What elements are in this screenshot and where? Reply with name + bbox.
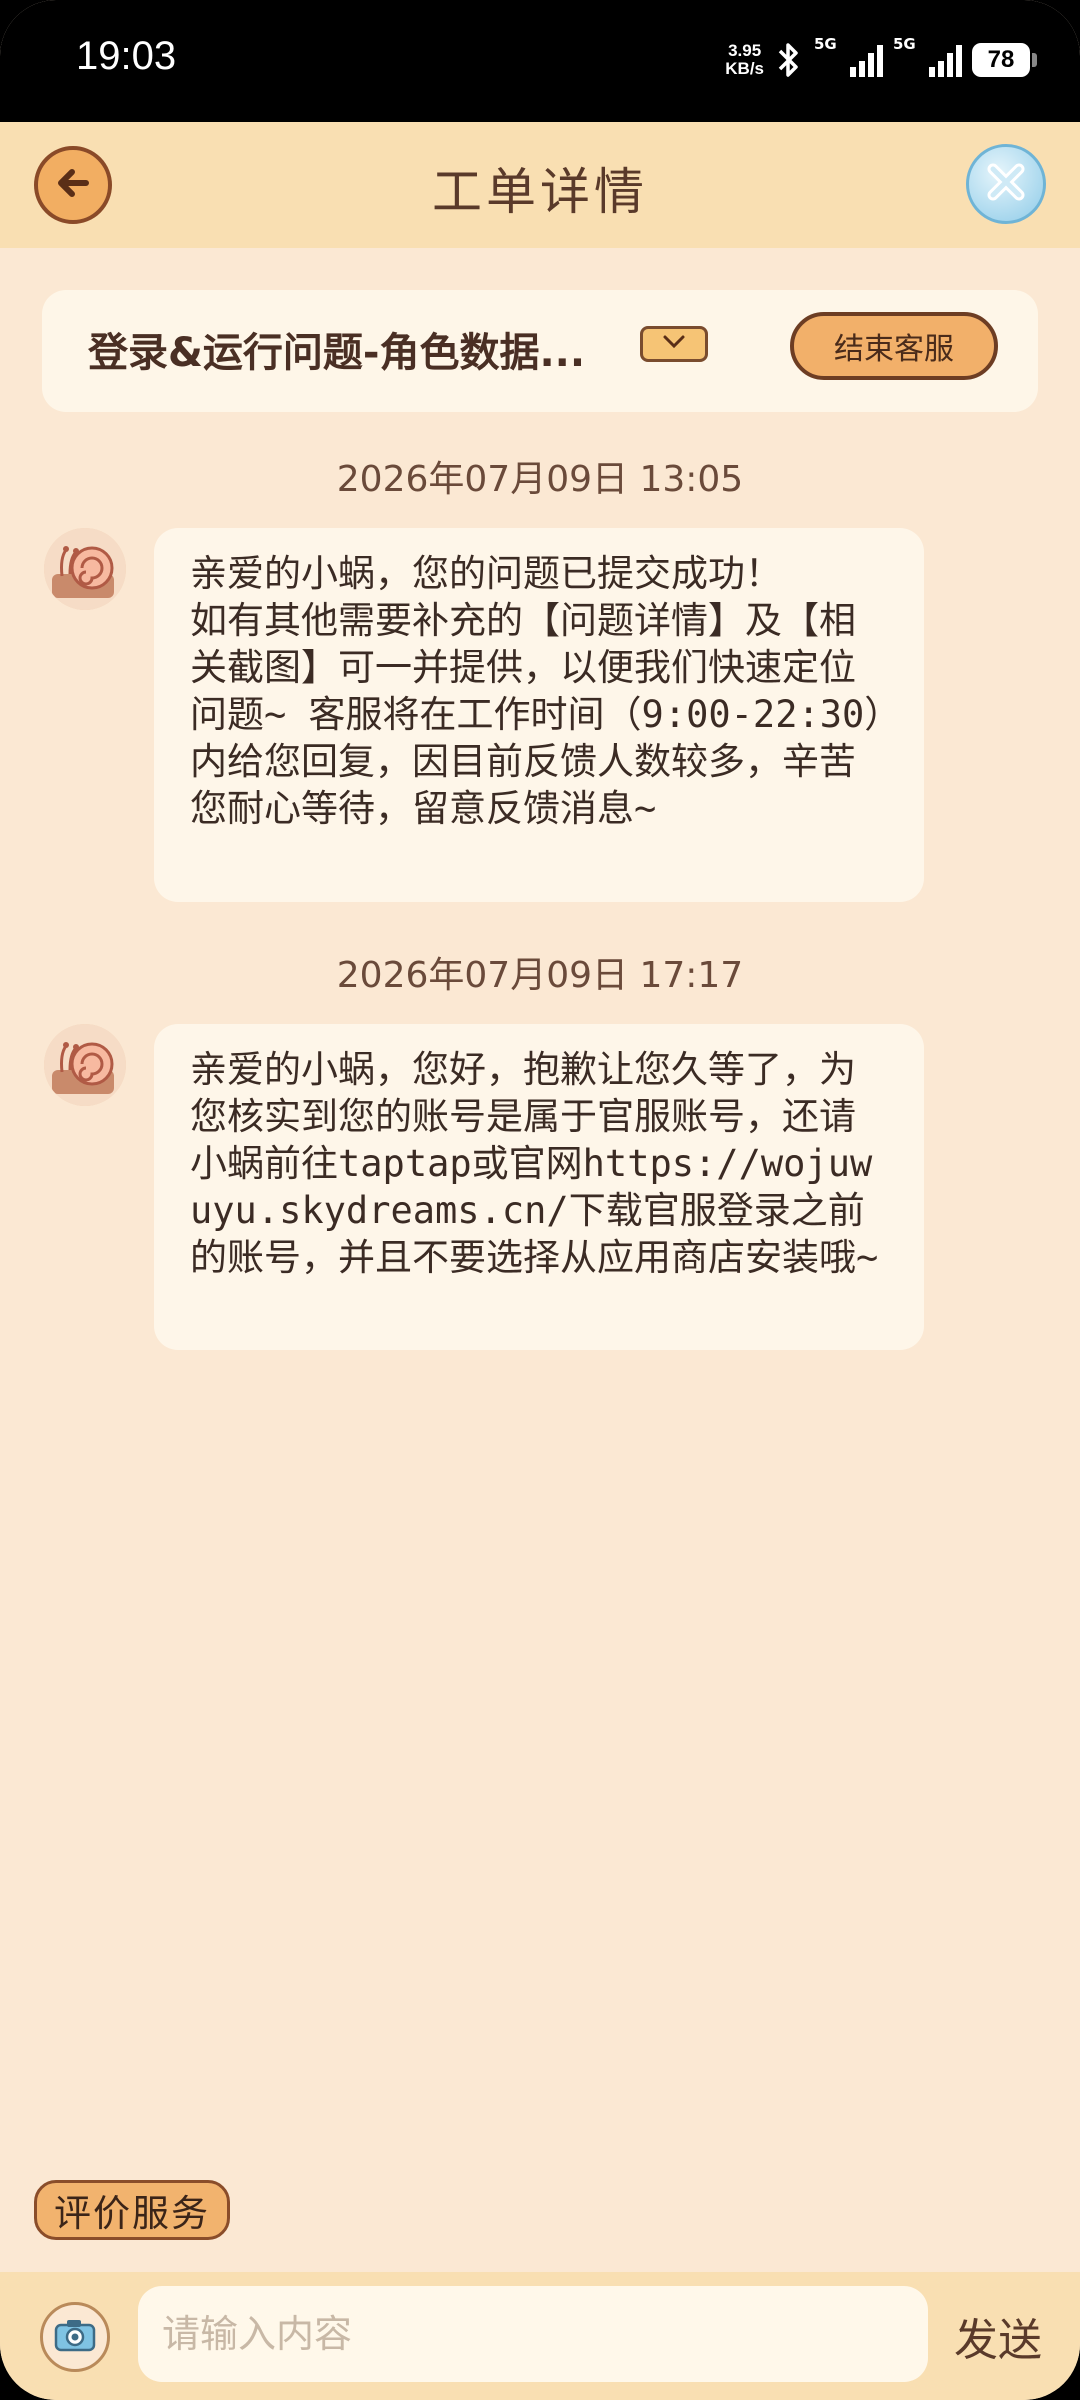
message-timestamp: 2026年07月09日 17:17: [336, 955, 744, 996]
snail-icon: [44, 528, 126, 610]
camera-icon: [53, 2317, 97, 2357]
rate-service-button[interactable]: 评价服务: [34, 2180, 230, 2240]
signal-2-label: 5G: [893, 35, 916, 53]
status-indicators: 3.95 KB/s 5G 5G 78: [725, 35, 1037, 84]
input-bar: 发送: [0, 2272, 1080, 2400]
net-speed-value: 3.95: [728, 41, 762, 60]
message-timestamp: 2026年07月09日 13:05: [336, 459, 744, 500]
signal-1-label: 5G: [814, 35, 837, 53]
message-bubble: 亲爱的小蜗，您的问题已提交成功！ 如有其他需要补充的【问题详情】及【相关截图】可…: [154, 528, 924, 902]
chevron-down-icon: [660, 333, 688, 355]
ticket-title: 登录&运行问题-角色数据...: [88, 330, 586, 376]
bluetooth-icon: [774, 40, 804, 80]
status-bar: 19:03 3.95 KB/s 5G 5G 78: [0, 0, 1080, 122]
net-speed-unit: KB/s: [725, 59, 764, 78]
close-button[interactable]: [966, 144, 1046, 224]
battery-icon: 78: [972, 43, 1037, 77]
agent-avatar: [44, 528, 126, 610]
signal-2-icon: 5G: [893, 35, 962, 77]
end-service-button[interactable]: 结束客服: [790, 312, 998, 380]
screen: 19:03 3.95 KB/s 5G 5G 78 工单详情 登录&运行问题-角色…: [0, 0, 1080, 2400]
status-time: 19:03: [76, 34, 177, 78]
camera-button[interactable]: [40, 2302, 110, 2372]
app-header: 工单详情: [0, 122, 1080, 248]
send-button[interactable]: 发送: [954, 2304, 1042, 2368]
close-x-icon: [981, 157, 1031, 211]
message-bubble: 亲爱的小蜗，您好，抱歉让您久等了，为您核实到您的账号是属于官服账号，还请小蜗前往…: [154, 1024, 924, 1350]
page-title: 工单详情: [432, 163, 648, 221]
snail-icon: [44, 1024, 126, 1106]
agent-avatar: [44, 1024, 126, 1106]
ticket-summary: 登录&运行问题-角色数据... 结束客服: [42, 290, 1038, 412]
signal-1-icon: 5G: [814, 35, 883, 77]
net-speed: 3.95 KB/s: [725, 42, 764, 78]
ticket-dropdown-button[interactable]: [640, 326, 708, 362]
message-input[interactable]: [138, 2286, 928, 2382]
